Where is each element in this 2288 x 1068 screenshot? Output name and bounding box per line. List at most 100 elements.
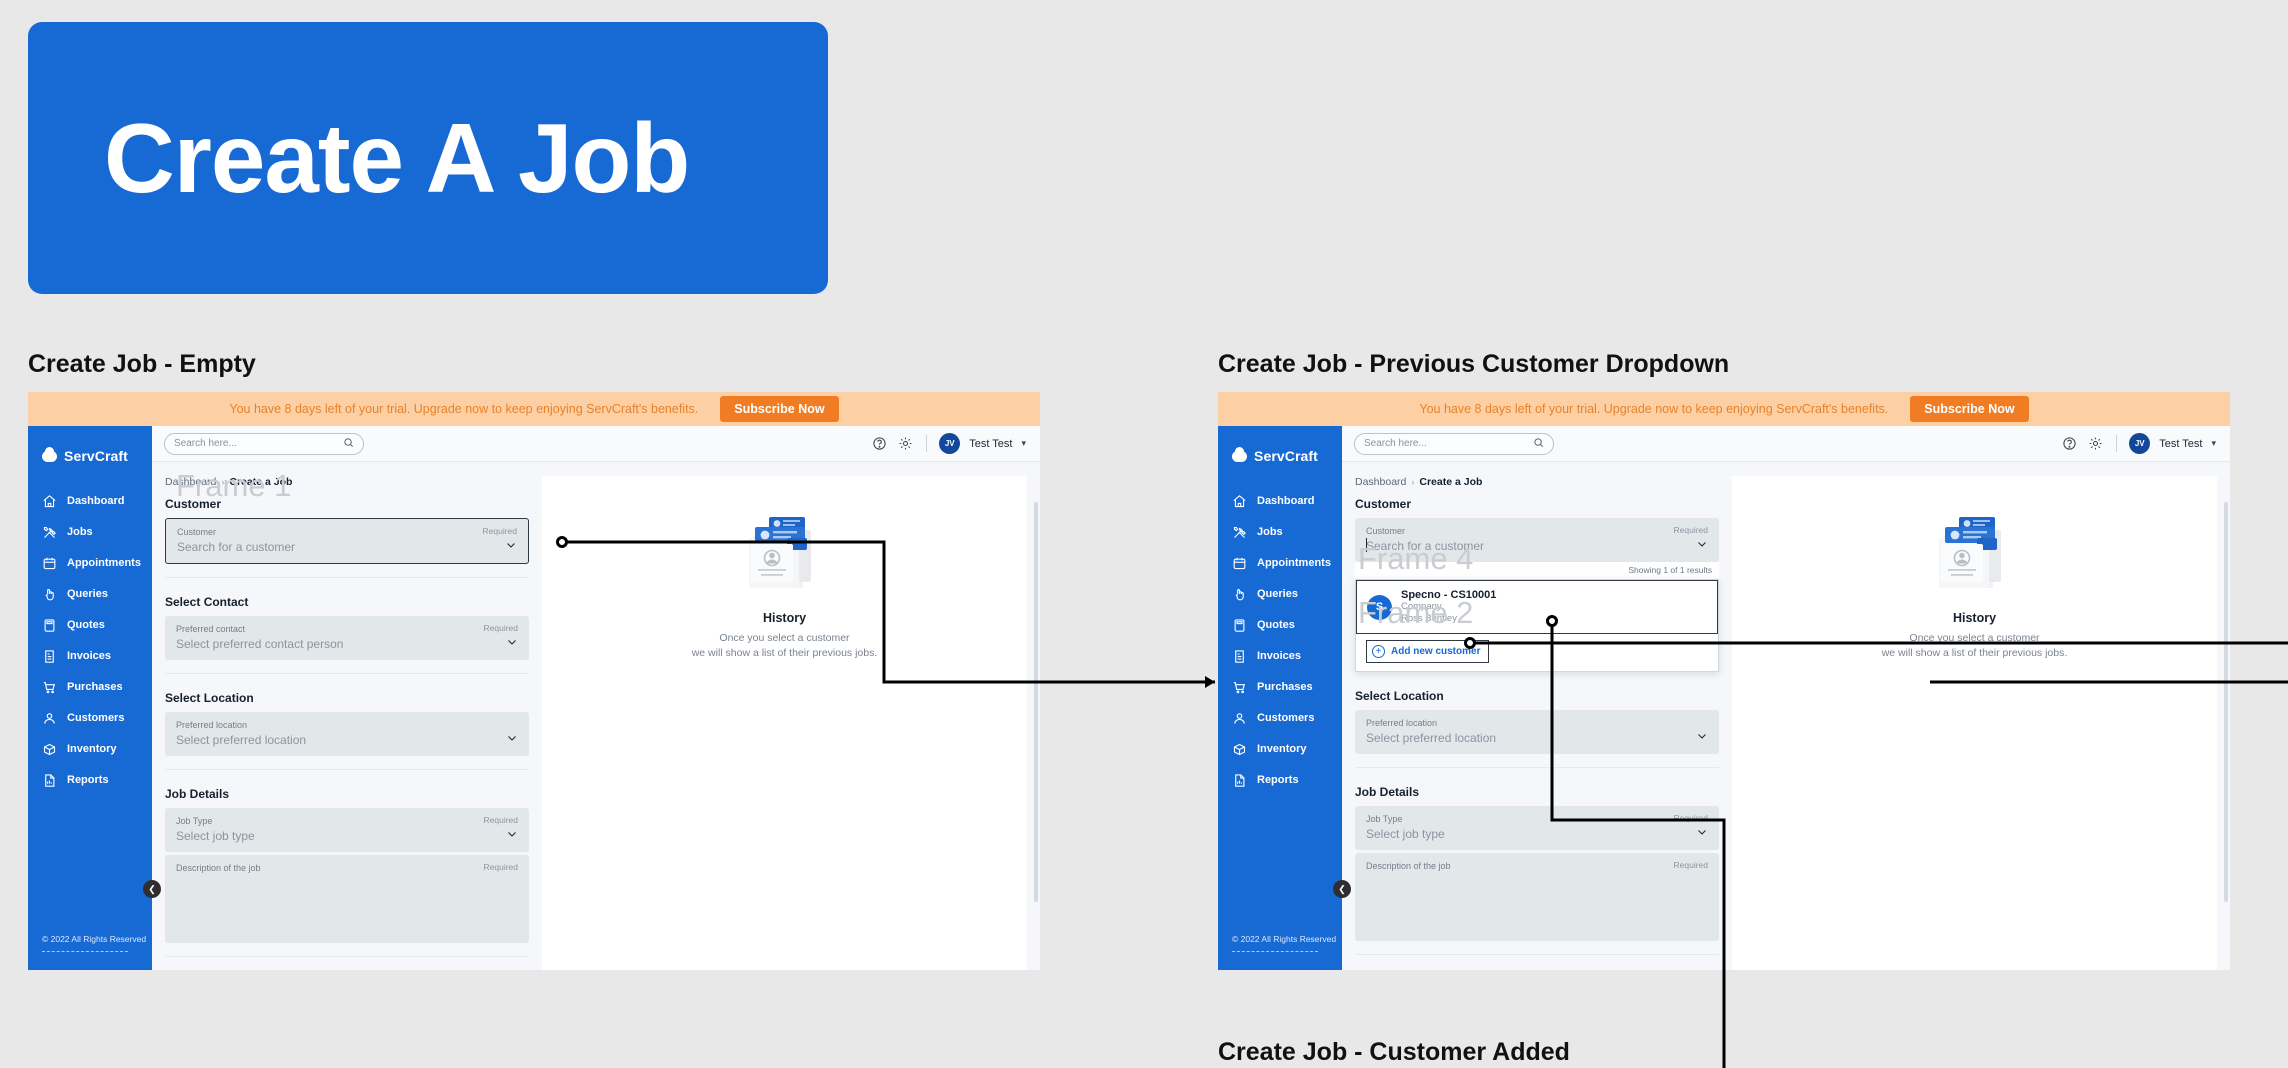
job-type-field[interactable]: Job Type Select job type Required [165,808,529,852]
breadcrumb: Dashboard › Create a Job [165,476,529,488]
result-type: Company [1401,601,1442,612]
box-icon [42,742,57,757]
sidebar-item-invoices[interactable]: Invoices [28,641,152,671]
calculator-icon [42,618,57,633]
chevron-down-icon[interactable] [506,827,518,845]
job-type-required-badge: Required [1673,813,1709,823]
sidebar-item-reports[interactable]: Reports [28,765,152,795]
sidebar-footer: © 2022 All Rights Reserved [1218,934,1342,970]
help-circle-icon[interactable] [2061,435,2078,452]
sidebar-item-invoices[interactable]: Invoices [1218,641,1342,671]
job-type-field[interactable]: Job Type Select job type Required [1355,806,1719,850]
brand-name: ServCraft [1254,448,1318,464]
chevron-down-icon[interactable] [1696,537,1708,555]
sidebar-item-label: Quotes [67,619,105,631]
chevron-left-icon[interactable]: ❮ [1333,880,1351,898]
sidebar-item-reports[interactable]: Reports [1218,765,1342,795]
sidebar-item-customers[interactable]: Customers [28,703,152,733]
contact-field[interactable]: Preferred contact Select preferred conta… [165,616,529,660]
sidebar-item-appointments[interactable]: Appointments [28,548,152,578]
vertical-scrollbar[interactable] [2224,502,2228,902]
sidebar-item-purchases[interactable]: Purchases [1218,672,1342,702]
gear-icon[interactable] [897,435,914,452]
search-box[interactable] [1354,432,1554,455]
search-input[interactable] [1364,438,1533,449]
frame-caption-empty: Create Job - Empty [28,350,256,378]
sidebar-item-dashboard[interactable]: Dashboard [1218,486,1342,516]
help-circle-icon[interactable] [871,435,888,452]
cloud-icon [42,446,57,462]
search-icon[interactable] [1533,435,1544,453]
chevron-down-icon[interactable]: ▾ [1021,438,1026,449]
main-area: JV Test Test ▾ Dashboard › Create a Job … [152,426,1040,970]
trial-banner: You have 8 days left of your trial. Upgr… [28,392,1040,426]
search-box[interactable] [164,432,364,455]
customer-field[interactable]: Customer Search for a customer Required [165,518,529,564]
user-name: Test Test [969,437,1013,450]
contact-field-label: Preferred contact [176,624,246,634]
customer-result-row[interactable]: S Specno - CS10001 Company Ross Bentley [1356,580,1718,634]
sidebar-item-label: Jobs [67,526,93,538]
chevron-right-icon: › [221,477,225,487]
job-type-field-label: Job Type [176,816,213,826]
customer-required-badge: Required [482,526,518,536]
chevron-down-icon[interactable]: ▾ [2211,438,2216,449]
sidebar-item-inventory[interactable]: Inventory [1218,734,1342,764]
description-field[interactable]: Description of the job Required [1355,853,1719,941]
chevron-down-icon[interactable] [506,731,518,749]
breadcrumb-dashboard[interactable]: Dashboard [1355,476,1406,488]
chevron-down-icon[interactable] [1696,825,1708,843]
subscribe-now-button[interactable]: Subscribe Now [720,396,839,422]
subscribe-now-button[interactable]: Subscribe Now [1910,396,2029,422]
breadcrumb: Dashboard › Create a Job [1355,476,1719,488]
sidebar-item-label: Invoices [67,650,112,662]
customer-results-dropdown: Showing 1 of 1 results S Specno - CS1000… [1355,562,1719,672]
location-field[interactable]: Preferred location Select preferred loca… [1355,710,1719,754]
sidebar-item-queries[interactable]: Queries [1218,579,1342,609]
description-field[interactable]: Description of the job Required [165,855,529,943]
sidebar-item-queries[interactable]: Queries [28,579,152,609]
brand[interactable]: ServCraft [1218,442,1342,470]
sidebar-item-appointments[interactable]: Appointments [1218,548,1342,578]
result-details: Specno - CS10001 Company Ross Bentley [1401,589,1496,625]
box-icon [1232,742,1247,757]
brand[interactable]: ServCraft [28,442,152,470]
breadcrumb-dashboard[interactable]: Dashboard [165,476,216,488]
chevron-right-icon: › [1411,477,1415,487]
topbar-right: JV Test Test ▾ [2061,433,2216,454]
search-input[interactable] [174,438,343,449]
sidebar-item-label: Inventory [1257,743,1307,755]
section-title-contact: Select Contact [165,595,249,609]
search-icon[interactable] [343,435,354,453]
customer-field[interactable]: Customer Search for a customer Required [1355,518,1719,562]
chevron-down-icon[interactable] [505,538,517,556]
avatar[interactable]: JV [939,433,961,454]
sidebar-item-purchases[interactable]: Purchases [28,672,152,702]
breadcrumb-current: Create a Job [1419,476,1483,488]
sidebar-item-inventory[interactable]: Inventory [28,734,152,764]
sidebar-item-label: Queries [67,588,108,600]
sidebar-item-customers[interactable]: Customers [1218,703,1342,733]
chevron-down-icon[interactable] [1696,729,1708,747]
chevron-left-icon[interactable]: ❮ [143,880,161,898]
sidebar-item-label: Queries [1257,588,1298,600]
create-job-form: Dashboard › Create a Job Customer Custom… [152,462,542,970]
cloud-icon [1232,446,1247,462]
report-icon [1232,773,1247,788]
gear-icon[interactable] [2087,435,2104,452]
sidebar-item-quotes[interactable]: Quotes [1218,610,1342,640]
sidebar-item-dashboard[interactable]: Dashboard [28,486,152,516]
section-title-location: Select Location [165,691,254,705]
vertical-scrollbar[interactable] [1034,502,1038,902]
section-title-customer: Customer [165,497,222,511]
avatar[interactable]: JV [2129,433,2151,454]
topbar: JV Test Test ▾ [1342,426,2230,462]
sidebar-item-jobs[interactable]: Jobs [28,517,152,547]
location-field[interactable]: Preferred location Select preferred loca… [165,712,529,756]
add-new-customer-button[interactable]: + Add new customer [1366,640,1490,663]
chevron-down-icon[interactable] [506,635,518,653]
sidebar-item-label: Jobs [1257,526,1283,538]
sidebar-item-jobs[interactable]: Jobs [1218,517,1342,547]
sidebar-item-quotes[interactable]: Quotes [28,610,152,640]
sidebar-item-label: Customers [67,712,125,724]
